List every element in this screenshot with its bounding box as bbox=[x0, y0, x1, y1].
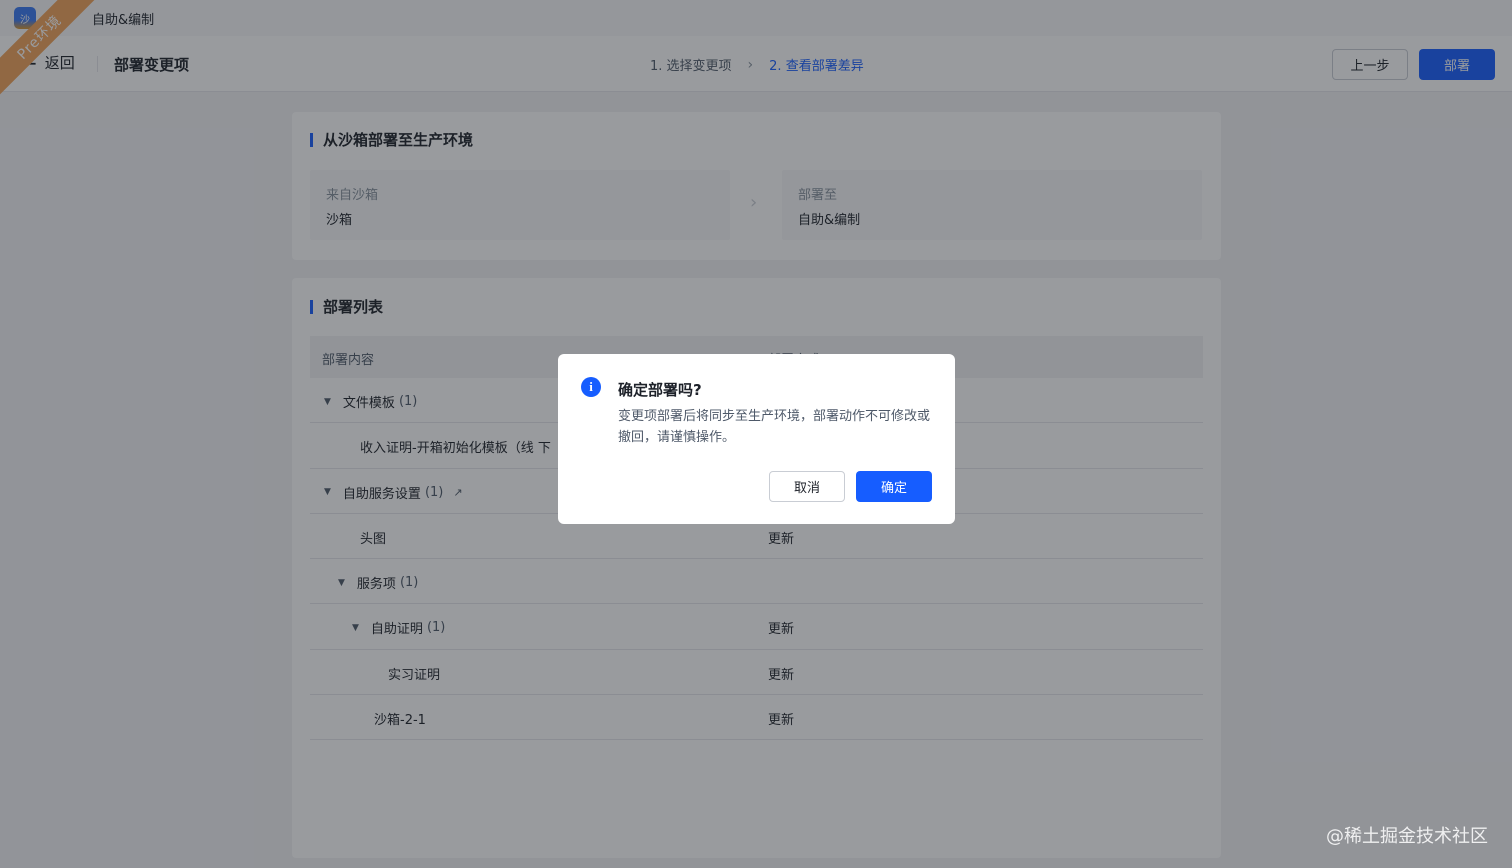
watermark: @稀土掘金技术社区 bbox=[1326, 826, 1488, 847]
info-icon: i bbox=[581, 377, 601, 397]
confirm-button[interactable]: 确定 bbox=[856, 471, 932, 502]
confirm-deploy-dialog: i 确定部署吗? 变更项部署后将同步至生产环境，部署动作不可修改或撤回，请谨慎操… bbox=[558, 354, 955, 524]
dialog-message: 变更项部署后将同步至生产环境，部署动作不可修改或撤回，请谨慎操作。 bbox=[618, 409, 931, 445]
dialog-title: 确定部署吗? bbox=[618, 381, 702, 399]
cancel-button[interactable]: 取消 bbox=[769, 471, 845, 502]
